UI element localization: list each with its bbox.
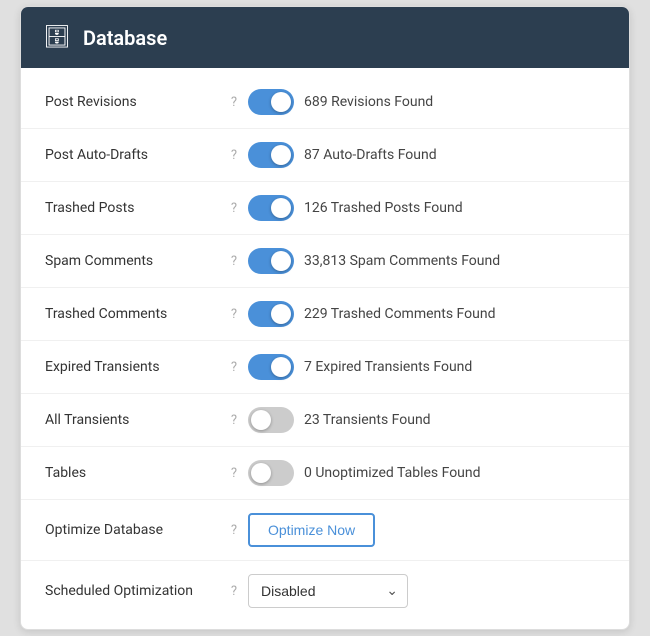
- content-trashed-comments: 229 Trashed Comments Found: [248, 301, 605, 327]
- value-post-auto-drafts: 87 Auto-Drafts Found: [304, 147, 437, 163]
- content-spam-comments: 33,813 Spam Comments Found: [248, 248, 605, 274]
- help-trashed-comments[interactable]: ?: [220, 307, 248, 322]
- row-tables: Tables ? 0 Unoptimized Tables Found: [21, 447, 629, 500]
- toggle-trashed-comments[interactable]: [248, 301, 294, 327]
- help-tables[interactable]: ?: [220, 466, 248, 481]
- scheduled-select[interactable]: DisabledDailyWeeklyMonthly: [248, 574, 408, 608]
- toggle-post-revisions[interactable]: [248, 89, 294, 115]
- content-post-revisions: 689 Revisions Found: [248, 89, 605, 115]
- help-all-transients[interactable]: ?: [220, 413, 248, 428]
- label-trashed-posts: Trashed Posts: [45, 200, 220, 216]
- page-title: Database: [83, 26, 167, 50]
- row-optimize-database: Optimize Database ? Optimize Now: [21, 500, 629, 561]
- content-trashed-posts: 126 Trashed Posts Found: [248, 195, 605, 221]
- label-optimize: Optimize Database: [45, 522, 220, 538]
- value-tables: 0 Unoptimized Tables Found: [304, 465, 481, 481]
- card-body: Post Revisions ? 689 Revisions Found Pos…: [21, 68, 629, 629]
- content-post-auto-drafts: 87 Auto-Drafts Found: [248, 142, 605, 168]
- row-spam-comments: Spam Comments ? 33,813 Spam Comments Fou…: [21, 235, 629, 288]
- row-trashed-comments: Trashed Comments ? 229 Trashed Comments …: [21, 288, 629, 341]
- label-tables: Tables: [45, 465, 220, 481]
- label-trashed-comments: Trashed Comments: [45, 306, 220, 322]
- toggle-expired-transients[interactable]: [248, 354, 294, 380]
- row-trashed-posts: Trashed Posts ? 126 Trashed Posts Found: [21, 182, 629, 235]
- label-spam-comments: Spam Comments: [45, 253, 220, 269]
- row-all-transients: All Transients ? 23 Transients Found: [21, 394, 629, 447]
- value-spam-comments: 33,813 Spam Comments Found: [304, 253, 500, 269]
- label-scheduled: Scheduled Optimization: [45, 583, 220, 599]
- scheduled-select-wrapper: DisabledDailyWeeklyMonthly ⌄: [248, 574, 408, 608]
- value-all-transients: 23 Transients Found: [304, 412, 431, 428]
- toggle-all-transients[interactable]: [248, 407, 294, 433]
- optimize-now-button[interactable]: Optimize Now: [248, 513, 375, 547]
- toggle-spam-comments[interactable]: [248, 248, 294, 274]
- help-scheduled[interactable]: ?: [220, 584, 248, 599]
- content-tables: 0 Unoptimized Tables Found: [248, 460, 605, 486]
- value-trashed-comments: 229 Trashed Comments Found: [304, 306, 495, 322]
- row-post-revisions: Post Revisions ? 689 Revisions Found: [21, 76, 629, 129]
- row-scheduled-optimization: Scheduled Optimization ? DisabledDailyWe…: [21, 561, 629, 621]
- card-header: 🗄 Database: [21, 7, 629, 68]
- label-post-revisions: Post Revisions: [45, 94, 220, 110]
- help-spam-comments[interactable]: ?: [220, 254, 248, 269]
- content-optimize: Optimize Now: [248, 513, 605, 547]
- content-all-transients: 23 Transients Found: [248, 407, 605, 433]
- help-post-revisions[interactable]: ?: [220, 95, 248, 110]
- toggle-post-auto-drafts[interactable]: [248, 142, 294, 168]
- help-optimize[interactable]: ?: [220, 523, 248, 538]
- label-all-transients: All Transients: [45, 412, 220, 428]
- content-expired-transients: 7 Expired Transients Found: [248, 354, 605, 380]
- label-expired-transients: Expired Transients: [45, 359, 220, 375]
- database-icon: 🗄: [43, 25, 71, 50]
- toggle-trashed-posts[interactable]: [248, 195, 294, 221]
- toggle-tables[interactable]: [248, 460, 294, 486]
- help-post-auto-drafts[interactable]: ?: [220, 148, 248, 163]
- help-expired-transients[interactable]: ?: [220, 360, 248, 375]
- row-expired-transients: Expired Transients ? 7 Expired Transient…: [21, 341, 629, 394]
- row-post-auto-drafts: Post Auto-Drafts ? 87 Auto-Drafts Found: [21, 129, 629, 182]
- value-trashed-posts: 126 Trashed Posts Found: [304, 200, 463, 216]
- label-post-auto-drafts: Post Auto-Drafts: [45, 147, 220, 163]
- value-post-revisions: 689 Revisions Found: [304, 94, 433, 110]
- help-trashed-posts[interactable]: ?: [220, 201, 248, 216]
- content-scheduled: DisabledDailyWeeklyMonthly ⌄: [248, 574, 605, 608]
- value-expired-transients: 7 Expired Transients Found: [304, 359, 472, 375]
- database-card: 🗄 Database Post Revisions ? 689 Revision…: [20, 6, 630, 630]
